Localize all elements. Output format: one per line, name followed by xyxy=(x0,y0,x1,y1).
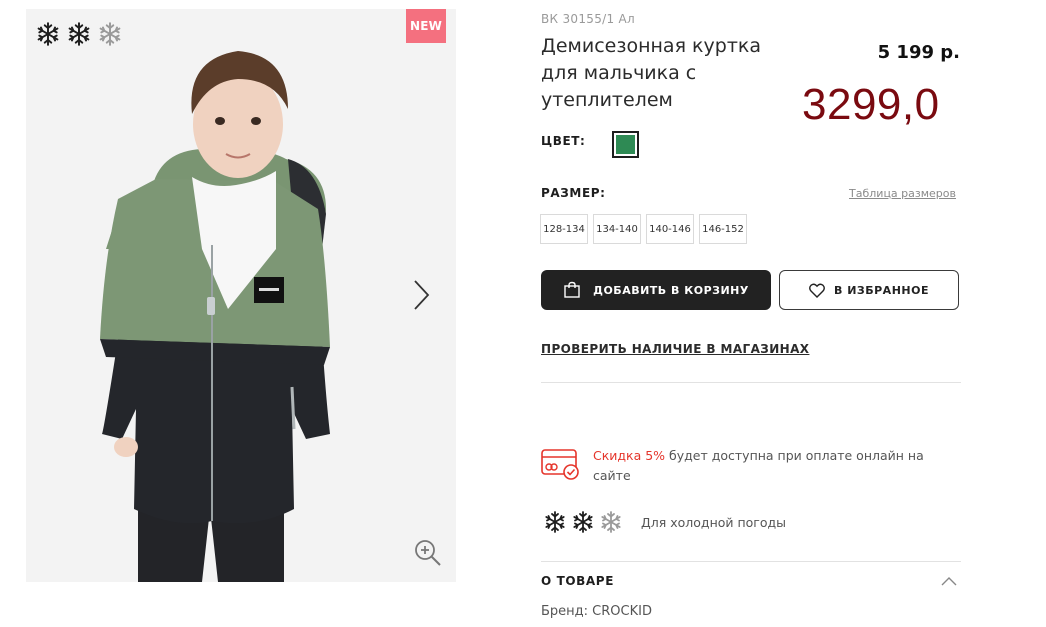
zoom-in-icon[interactable] xyxy=(412,537,444,569)
color-label: ЦВЕТ: xyxy=(541,134,586,148)
size-table-link[interactable]: Таблица размеров xyxy=(849,187,956,200)
weather-suitability: Для холодной погоды xyxy=(543,510,786,534)
snowflake-icon xyxy=(545,511,565,533)
product-photo xyxy=(26,9,456,582)
add-to-favorites-button[interactable]: В ИЗБРАННОЕ xyxy=(779,270,959,310)
size-option[interactable]: 128-134 xyxy=(540,214,588,244)
product-article: ВК 30155/1 Ал xyxy=(541,12,636,26)
size-option[interactable]: 146-152 xyxy=(699,214,747,244)
weather-rating xyxy=(35,21,123,47)
chevron-right-icon xyxy=(414,280,430,310)
shopping-bag-icon xyxy=(564,281,580,298)
sale-price: 3299,0 xyxy=(802,80,940,129)
check-store-availability-link[interactable]: ПРОВЕРИТЬ НАЛИЧИЕ В МАГАЗИНАХ xyxy=(541,342,809,356)
chevron-up-icon[interactable] xyxy=(940,574,958,588)
weather-text: Для холодной погоды xyxy=(641,514,787,530)
add-to-cart-button[interactable]: ДОБАВИТЬ В КОРЗИНУ xyxy=(541,270,771,310)
snowflake-icon xyxy=(99,22,121,46)
add-to-cart-label: ДОБАВИТЬ В КОРЗИНУ xyxy=(593,283,749,297)
online-discount-notice: Скидка 5% будет доступна при оплате онла… xyxy=(541,446,933,486)
snowflake-icon xyxy=(68,22,90,46)
product-gallery: NEW xyxy=(26,9,456,582)
size-label: РАЗМЕР: xyxy=(541,186,606,200)
snowflake-icon xyxy=(573,511,593,533)
card-discount-icon xyxy=(541,449,579,480)
discount-highlight: Скидка 5% xyxy=(593,448,666,463)
add-to-favorites-label: В ИЗБРАННОЕ xyxy=(834,283,929,297)
gallery-next-button[interactable] xyxy=(406,275,436,315)
size-option[interactable]: 134-140 xyxy=(593,214,641,244)
discount-text: Скидка 5% будет доступна при оплате онла… xyxy=(593,446,933,486)
heart-icon xyxy=(809,283,825,298)
brand-line: Бренд: CROCKID xyxy=(541,604,652,619)
divider xyxy=(541,382,961,383)
divider xyxy=(541,561,961,562)
product-title: Демисезонная куртка для мальчика с утепл… xyxy=(541,35,762,111)
color-swatch[interactable] xyxy=(612,131,639,158)
size-options: 128-134 134-140 140-146 146-152 xyxy=(540,214,747,244)
about-product-heading[interactable]: О ТОВАРЕ xyxy=(541,574,614,588)
color-swatch-fill xyxy=(616,135,635,154)
snowflake-icon xyxy=(37,22,59,46)
size-option[interactable]: 140-146 xyxy=(646,214,694,244)
snowflake-icon xyxy=(601,511,621,533)
old-price: 5 199 р. xyxy=(877,42,960,63)
new-badge: NEW xyxy=(406,9,446,43)
